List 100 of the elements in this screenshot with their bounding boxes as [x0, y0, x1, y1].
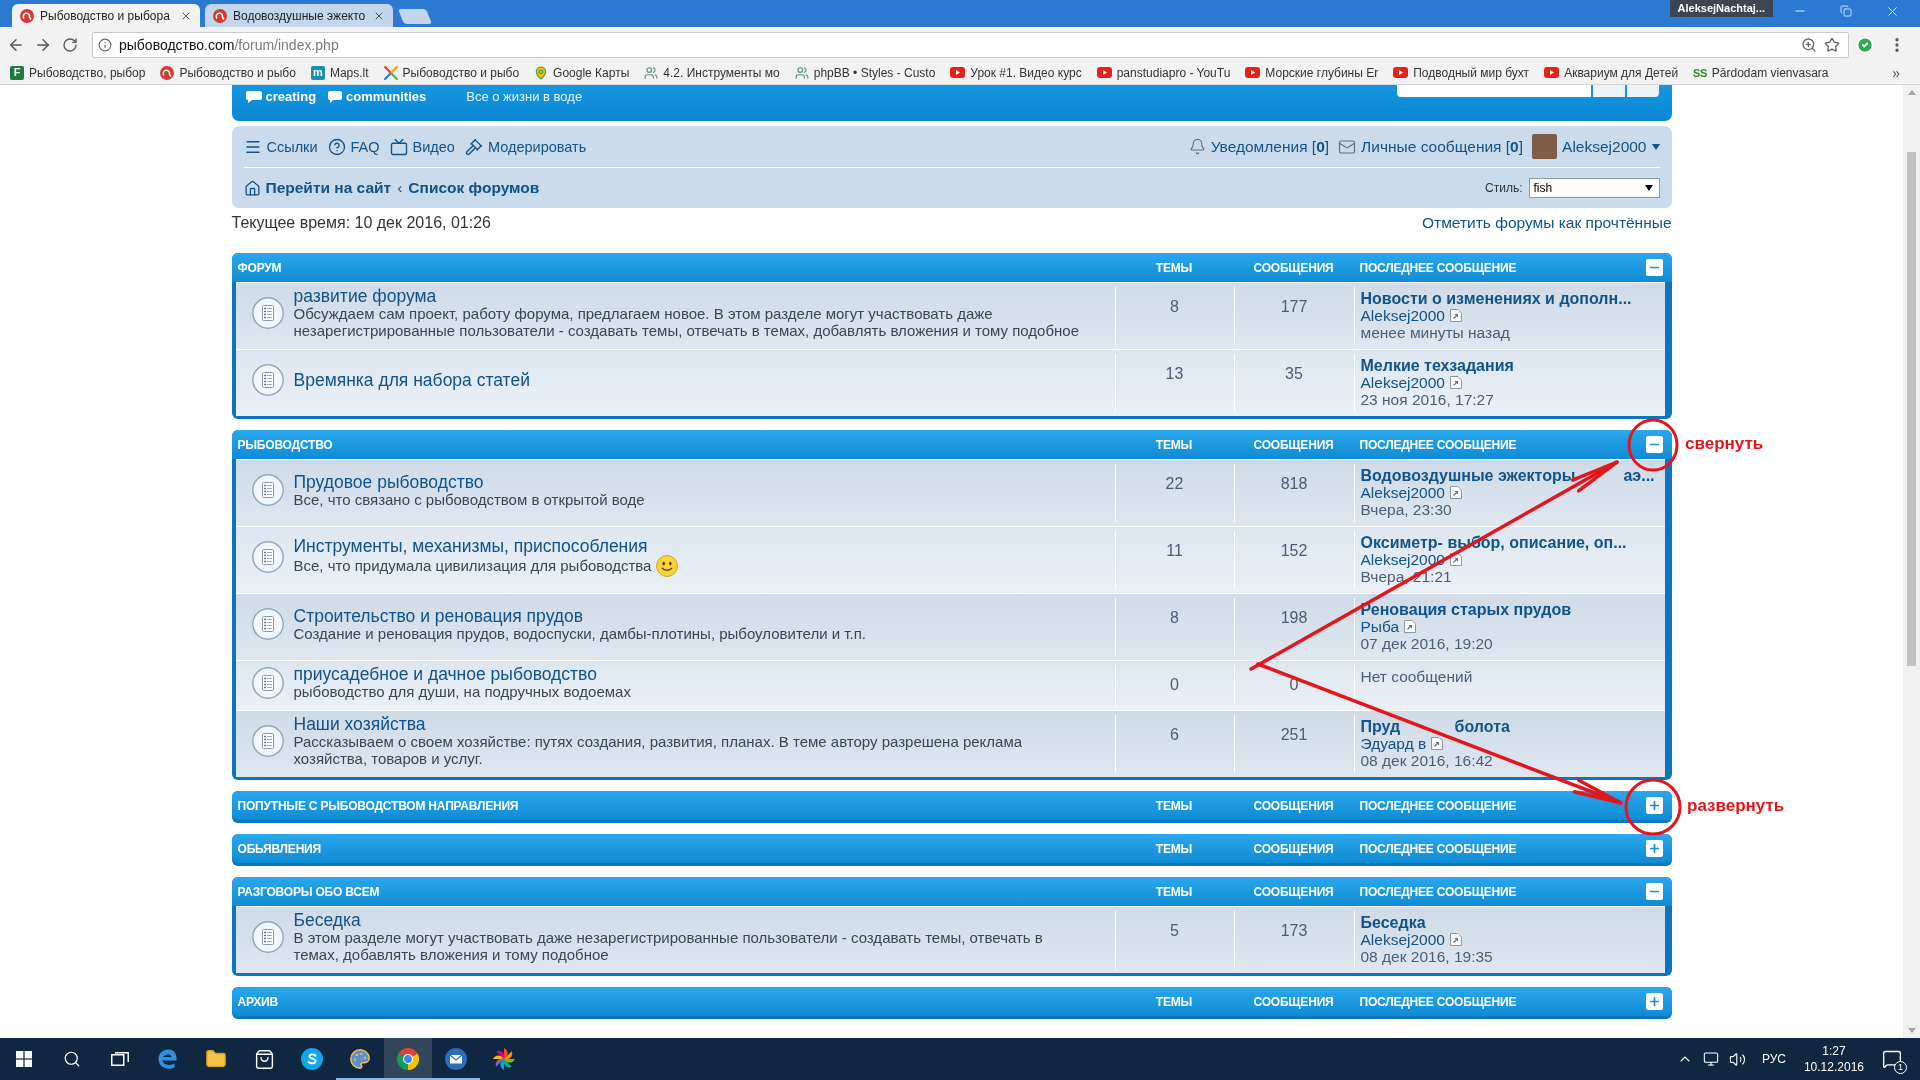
browser-tab[interactable]: Рыбоводство и рыбора — [12, 4, 200, 27]
search-icon[interactable] — [63, 1050, 81, 1068]
bookmark[interactable]: phpBB • Styles - Custo — [794, 65, 936, 80]
bookmark[interactable]: Подводный мир бухт — [1393, 65, 1530, 80]
zoom-icon[interactable] — [1801, 37, 1817, 53]
forum-title[interactable]: Времянка для набора статей — [293, 371, 530, 389]
bookmark[interactable]: 4.2. Инструменты мо — [644, 65, 780, 80]
nav-link[interactable]: Видео — [389, 137, 455, 156]
collapse-button[interactable] — [1645, 259, 1663, 276]
network-icon[interactable] — [1702, 1051, 1719, 1067]
forum-title[interactable]: Строительство и реновация прудов — [293, 606, 584, 625]
restore-icon[interactable] — [1840, 5, 1852, 17]
search-field[interactable] — [1396, 85, 1591, 97]
bookmark[interactable]: panstudiapro - YouTu — [1096, 65, 1231, 80]
page-icon[interactable] — [1449, 309, 1462, 322]
browser-icon[interactable] — [157, 1048, 179, 1070]
palette-icon[interactable] — [349, 1048, 371, 1070]
messages-link[interactable]: Личные сообщения [0] — [1338, 137, 1524, 156]
forum-title[interactable]: развитие форума — [293, 287, 437, 305]
scrollbar-thumb[interactable] — [1907, 152, 1916, 666]
author-link[interactable]: Aleksej2000 — [1360, 551, 1445, 568]
notifications-link[interactable]: Уведомления [0] — [1188, 137, 1330, 156]
author-link[interactable]: Эдуард в — [1360, 735, 1427, 752]
language-indicator[interactable]: РУС — [1761, 1052, 1786, 1066]
round-s-logo-icon[interactable] — [301, 1048, 323, 1070]
bookmark[interactable]: Рыбоводство и рыбо — [383, 65, 520, 80]
mark-read-link[interactable]: Отметить форумы как прочтённые — [1422, 214, 1672, 232]
author-link[interactable]: Aleksej2000 — [1360, 374, 1445, 391]
reload-icon[interactable] — [61, 37, 78, 53]
column-heading: СООБЩЕНИЯ — [1253, 841, 1334, 856]
page-icon[interactable] — [1449, 376, 1462, 389]
column-heading: СООБЩЕНИЯ — [1253, 437, 1334, 452]
post-count: 177 — [1280, 298, 1308, 315]
author-link[interactable]: Aleksej2000 — [1360, 931, 1445, 948]
search-button[interactable] — [1592, 85, 1625, 97]
page-icon[interactable] — [1431, 737, 1444, 750]
site-icon — [213, 8, 227, 23]
last-post-link[interactable]: Мелкие техзадания — [1360, 357, 1514, 374]
people-icon — [794, 65, 809, 80]
nav-link[interactable]: Модерировать — [464, 137, 587, 156]
forum-title[interactable]: Беседка — [293, 911, 361, 929]
bookmark[interactable]: m Maps.lt — [310, 65, 369, 80]
bookmark[interactable]: Google Карты — [534, 65, 630, 80]
forum-title[interactable]: Прудовое рыбоводство — [293, 472, 484, 491]
pinwheel-icon[interactable] — [493, 1048, 515, 1070]
last-post-link[interactable]: Новости о изменениях и дополн... — [1360, 290, 1632, 307]
mail-icon[interactable] — [445, 1048, 467, 1070]
circle-logo-icon[interactable] — [397, 1048, 419, 1070]
collapse-button[interactable] — [1645, 436, 1663, 453]
folder-icon[interactable] — [205, 1048, 227, 1070]
last-post-link[interactable]: Пруд болота — [1360, 718, 1510, 735]
volume-icon[interactable] — [1728, 1050, 1746, 1068]
page-icon[interactable] — [1449, 486, 1462, 499]
browser-tab[interactable]: Водовоздушные эжекто — [205, 4, 393, 27]
user-menu[interactable]: Aleksej2000 — [1532, 134, 1660, 159]
page-icon[interactable] — [1404, 620, 1417, 633]
bookmark[interactable]: Морские глубины Er — [1245, 65, 1379, 80]
topic-count: 8 — [1170, 609, 1179, 626]
nav-link[interactable]: Ссылки — [243, 137, 318, 156]
bookmark[interactable]: Рыбоводство и рыбо — [160, 65, 296, 80]
bubble-icon — [245, 90, 262, 103]
task-view-icon[interactable] — [111, 1052, 129, 1066]
post-count: 198 — [1280, 609, 1308, 626]
info-icon[interactable] — [98, 38, 112, 52]
star-icon[interactable] — [1824, 37, 1840, 53]
forum-title[interactable]: Инструменты, механизмы, приспособления — [293, 537, 648, 555]
author-link[interactable]: Aleksej2000 — [1360, 484, 1445, 501]
page-icon[interactable] — [1449, 553, 1462, 566]
notification-icon[interactable] — [1882, 1049, 1902, 1069]
more-bookmarks-button[interactable]: » — [1892, 64, 1900, 81]
bookmark[interactable]: Аквариум для Детей — [1544, 65, 1679, 80]
expand-button[interactable] — [1645, 840, 1663, 857]
new-tab-button[interactable] — [397, 9, 433, 24]
forum-title[interactable]: Наши хозяйства — [293, 715, 426, 733]
expand-button[interactable] — [1645, 993, 1663, 1010]
nav-link[interactable]: FAQ — [327, 137, 380, 156]
author-link[interactable]: Aleksej2000 — [1360, 307, 1445, 324]
check-icon[interactable] — [1856, 36, 1874, 54]
last-post-link[interactable]: Реновация старых прудов — [1360, 601, 1571, 618]
address-field[interactable]: рыбоводство.com/forum/index.php — [92, 32, 1849, 58]
shopping-bag-icon[interactable] — [253, 1048, 275, 1070]
bookmark[interactable]: Урок #1. Видео курс — [950, 65, 1082, 80]
breadcrumb-link[interactable]: Перейти на сайт — [243, 179, 392, 197]
logo-letters: SS — [1693, 66, 1707, 79]
breadcrumb-link[interactable]: Список форумов — [408, 179, 540, 197]
page-icon[interactable] — [1449, 933, 1462, 946]
last-post-link[interactable]: Водовоздушные эжекторы аэ... — [1360, 467, 1655, 484]
options-button[interactable] — [1626, 85, 1659, 97]
forum-description: Обсуждаем сам проект, работу форума, предлагаем новое. В этом разделе могут участвовать даже незарегистрированные пользователи - создавать темы, отвечать в темах, добавлять вложения и тому подобное — [293, 305, 1079, 339]
scrollbar[interactable] — [1903, 85, 1920, 1038]
forum-title[interactable]: приусадебное и дачное рыбоводство — [293, 665, 597, 683]
profile-name[interactable]: AleksejNachtaj... — [1669, 0, 1773, 17]
collapse-button[interactable] — [1645, 883, 1663, 900]
style-select[interactable]: fish — [1528, 178, 1660, 198]
last-post-link[interactable]: Беседка — [1360, 914, 1426, 931]
expand-button[interactable] — [1645, 797, 1663, 814]
author-link[interactable]: Рыба — [1360, 618, 1400, 635]
bookmark[interactable]: SS Pārdodam vienvasara — [1693, 65, 1829, 80]
start-icon[interactable] — [16, 1051, 32, 1067]
bookmark[interactable]: F Рыбоводство, рыбор — [10, 65, 146, 80]
